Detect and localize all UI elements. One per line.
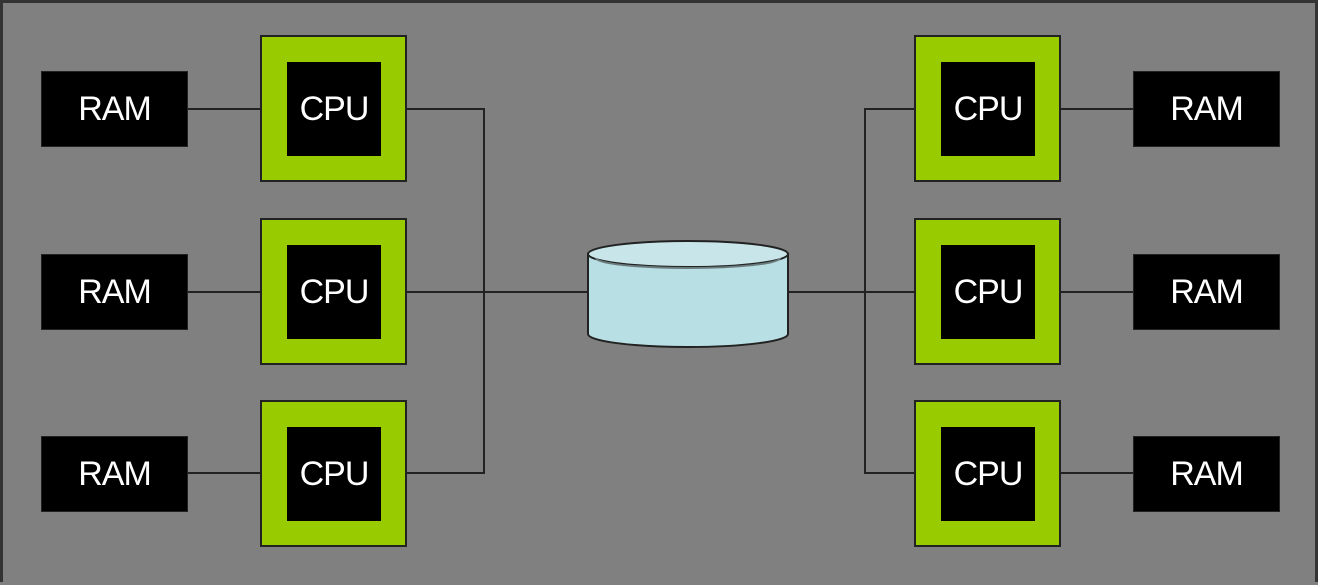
- ram-label: RAM: [1170, 89, 1244, 128]
- cpu-label: CPU: [299, 272, 370, 311]
- cpu-core: CPU: [941, 245, 1035, 339]
- right-cpu-3: CPU: [914, 400, 1061, 547]
- cpu-label: CPU: [953, 272, 1024, 311]
- right-ram-3: RAM: [1133, 436, 1280, 512]
- left-ram-1: RAM: [41, 71, 188, 147]
- diagram-canvas: RAM CPU RAM CPU RAM CPU CPU RAM CPU RAM …: [0, 0, 1318, 582]
- cpu-core: CPU: [287, 245, 381, 339]
- cpu-core: CPU: [287, 427, 381, 521]
- right-ram-1: RAM: [1133, 71, 1280, 147]
- cpu-label: CPU: [953, 89, 1024, 128]
- connection-layer: [188, 108, 1133, 474]
- left-cpu-1: CPU: [260, 35, 407, 182]
- cpu-core: CPU: [941, 427, 1035, 521]
- right-ram-2: RAM: [1133, 254, 1280, 330]
- cpu-core: CPU: [287, 62, 381, 156]
- cpu-label: CPU: [299, 454, 370, 493]
- cpu-label: CPU: [953, 454, 1024, 493]
- right-cpu-2: CPU: [914, 218, 1061, 365]
- ram-label: RAM: [1170, 272, 1244, 311]
- left-cpu-2: CPU: [260, 218, 407, 365]
- left-ram-3: RAM: [41, 436, 188, 512]
- right-cpu-1: CPU: [914, 35, 1061, 182]
- left-cpu-3: CPU: [260, 400, 407, 547]
- ram-label: RAM: [78, 272, 152, 311]
- left-ram-2: RAM: [41, 254, 188, 330]
- storage-cylinder-top: [587, 240, 789, 268]
- ram-label: RAM: [78, 89, 152, 128]
- ram-label: RAM: [1170, 454, 1244, 493]
- ram-label: RAM: [78, 454, 152, 493]
- cpu-core: CPU: [941, 62, 1035, 156]
- cpu-label: CPU: [299, 89, 370, 128]
